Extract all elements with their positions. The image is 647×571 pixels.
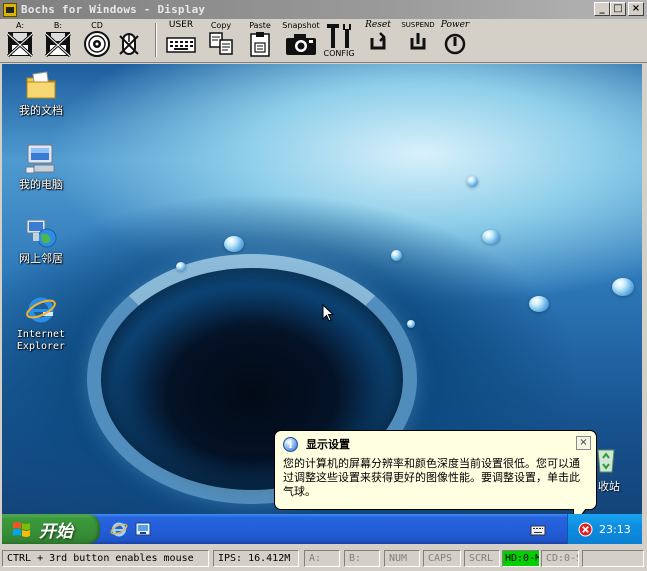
start-label: 开始 — [39, 521, 73, 542]
security-alert-icon[interactable] — [578, 522, 593, 537]
power-button[interactable]: Power — [438, 21, 472, 61]
desktop-icon-my-computer[interactable]: 我的电脑 — [6, 142, 76, 191]
desktop-icon-label: Internet Explorer — [16, 329, 66, 352]
clipboard-icon — [250, 32, 270, 57]
floppy-x-icon — [6, 32, 34, 58]
status-mouse-hint: CTRL + 3rd button enables mouse — [2, 550, 209, 567]
user-button[interactable]: USER — [163, 21, 199, 61]
wallpaper-droplet — [612, 278, 634, 296]
suspend-label: SUSPEND — [401, 21, 435, 29]
cdrom-button[interactable]: CD — [81, 21, 113, 61]
suspend-button[interactable]: SUSPEND — [400, 21, 436, 61]
internet-explorer-icon — [110, 522, 128, 537]
show-desktop-icon — [135, 522, 151, 536]
status-num-lock: NUM — [384, 550, 420, 567]
desktop-icon-label: 我的文档 — [19, 104, 63, 117]
info-icon: i — [283, 436, 298, 452]
recycle-bin-icon — [597, 449, 615, 473]
snapshot-label: Snapshot — [282, 21, 320, 30]
mouse-pointer — [322, 303, 335, 326]
wallpaper-droplet — [482, 230, 500, 244]
paste-button[interactable]: Paste — [243, 21, 277, 61]
maximize-button[interactable]: □ — [610, 2, 626, 16]
status-cdrom: CD:0-S — [541, 550, 579, 567]
keyboard-icon — [166, 37, 196, 53]
config-label: CONFIG — [323, 49, 355, 58]
reset-label: Reset — [365, 20, 391, 30]
bochs-toolbar: A: B: CD USER Copy Paste Snapshot CONFIG… — [0, 19, 647, 63]
computer-icon — [24, 142, 58, 176]
tools-config-icon — [327, 24, 351, 48]
mouse-x-icon — [119, 33, 139, 55]
wallpaper-droplet — [224, 236, 244, 252]
quicklaunch-show-desktop[interactable] — [134, 520, 152, 538]
power-icon — [444, 33, 466, 55]
quicklaunch-ie[interactable] — [110, 520, 128, 538]
tray-clock[interactable]: 23:13 — [599, 523, 631, 536]
system-tray: 23:13 — [567, 514, 642, 544]
start-button[interactable]: 开始 — [2, 514, 100, 544]
floppy-a-button[interactable]: A: — [4, 21, 36, 61]
close-button[interactable]: × — [628, 2, 644, 16]
desktop-icon-label: 网上邻居 — [19, 252, 63, 265]
floppy-b-button[interactable]: B: — [42, 21, 74, 61]
config-button[interactable]: CONFIG — [323, 21, 355, 61]
reset-arrow-icon — [370, 32, 386, 50]
status-caps-lock: CAPS — [423, 550, 461, 567]
wallpaper-droplet — [391, 250, 402, 261]
floppy-a-label: A: — [15, 21, 25, 30]
network-globe-icon — [24, 216, 58, 250]
status-floppy-a: A: — [304, 550, 340, 567]
reset-button[interactable]: Reset — [361, 21, 395, 61]
status-empty-panel — [582, 550, 644, 567]
camera-icon — [286, 34, 316, 55]
copy-label: Copy — [210, 21, 232, 30]
bochs-app-icon — [3, 2, 17, 17]
copy-button[interactable]: Copy — [204, 21, 238, 61]
wallpaper-droplet — [529, 296, 549, 312]
balloon-title: 显示设置 — [306, 438, 350, 451]
taskbar: 开始 23:13 — [2, 514, 642, 544]
wallpaper-droplet — [176, 262, 186, 271]
floppy-x-icon — [44, 32, 72, 58]
status-scroll-lock: SCRL — [464, 550, 500, 567]
desktop-icon-label: 收站 — [598, 480, 620, 493]
power-label: Power — [440, 20, 470, 30]
status-ips: IPS: 16.412M — [213, 550, 299, 567]
bochs-statusbar: CTRL + 3rd button enables mouse IPS: 16.… — [0, 547, 647, 571]
wallpaper-droplet — [467, 176, 478, 187]
desktop-icon-my-documents[interactable]: 我的文档 — [6, 68, 76, 117]
wallpaper-droplet — [407, 320, 415, 328]
mouse-toggle-button[interactable] — [117, 21, 141, 61]
balloon-close-button[interactable]: × — [576, 436, 591, 450]
suspend-icon — [410, 33, 426, 50]
status-floppy-b: B: — [344, 550, 380, 567]
desktop-icon-network-places[interactable]: 网上邻居 — [6, 216, 76, 265]
keyboard-icon — [530, 525, 546, 536]
user-label: USER — [168, 20, 194, 30]
window-titlebar[interactable]: Bochs for Windows - Display _ □ × — [0, 0, 647, 19]
balloon-header: i 显示设置 — [283, 436, 588, 452]
window-controls: _ □ × — [594, 2, 644, 16]
tray-keyboard[interactable] — [530, 522, 546, 541]
floppy-b-label: B: — [53, 21, 63, 30]
minimize-button[interactable]: _ — [594, 2, 610, 16]
desktop-icon-label: 我的电脑 — [19, 178, 63, 191]
snapshot-button[interactable]: Snapshot — [281, 21, 321, 61]
internet-explorer-icon — [24, 292, 58, 326]
copy-icon — [209, 32, 233, 55]
paste-label: Paste — [249, 21, 271, 30]
display-settings-balloon[interactable]: i 显示设置 × 您的计算机的屏幕分辨率和颜色深度当前设置很低。您可以通过调整这… — [274, 430, 597, 527]
cdrom-disc-icon — [84, 31, 110, 57]
toolbar-separator — [155, 23, 157, 57]
windows-flag-icon — [13, 522, 30, 537]
cdrom-label: CD — [91, 21, 103, 30]
status-hard-disk: HD:0-M — [502, 550, 540, 567]
balloon-message[interactable]: 您的计算机的屏幕分辨率和颜色深度当前设置很低。您可以通过调整这些设置来获得更好的… — [283, 457, 583, 499]
folder-documents-icon — [24, 68, 58, 102]
guest-display[interactable]: 我的文档 我的电脑 网上邻居 Internet Explorer 收站 i 显示… — [2, 64, 642, 544]
desktop-icon-internet-explorer[interactable]: Internet Explorer — [6, 292, 76, 353]
window-title: Bochs for Windows - Display — [21, 3, 206, 16]
